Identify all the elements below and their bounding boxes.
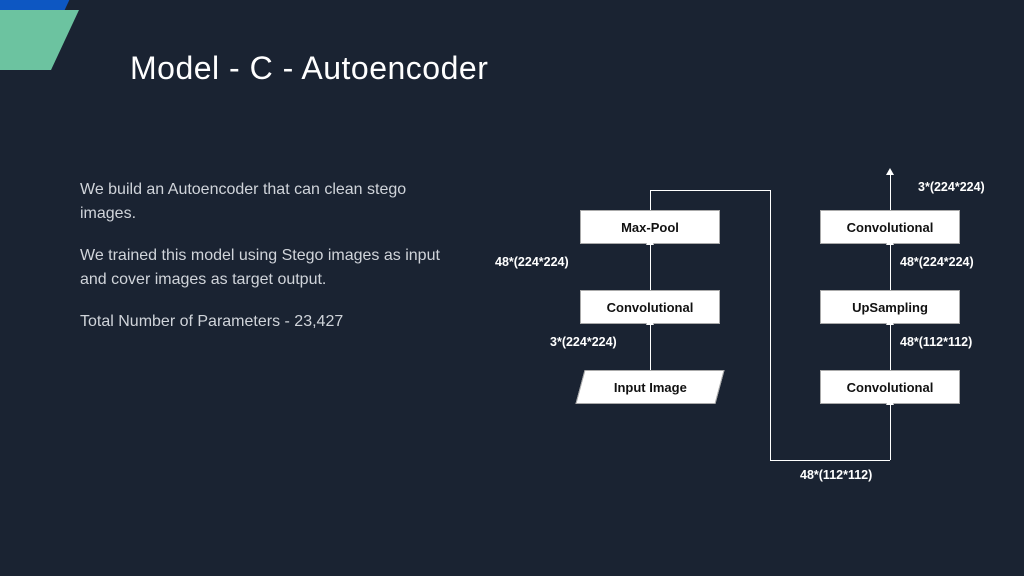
node-label: Convolutional: [847, 220, 934, 235]
dim-right-1: 48*(112*112): [900, 335, 972, 349]
paragraph-3: Total Number of Parameters - 23,427: [80, 310, 460, 334]
u-connector-seg: [650, 190, 770, 191]
arrow-conv-to-maxpool: [650, 244, 651, 290]
dim-left-1: 3*(224*224): [550, 335, 617, 349]
dim-right-top: 3*(224*224): [918, 180, 985, 194]
corner-ribbon-green: [0, 10, 79, 70]
arrow-conv-to-output: [890, 174, 891, 210]
u-connector-seg: [770, 460, 890, 461]
paragraph-2: We trained this model using Stego images…: [80, 244, 460, 292]
paragraph-1: We build an Autoencoder that can clean s…: [80, 178, 460, 226]
arrow-conv2-to-upsamp: [890, 324, 891, 370]
arrow-input-to-conv: [650, 324, 651, 370]
slide-title: Model - C - Autoencoder: [130, 50, 488, 87]
architecture-diagram: Max-Pool Convolutional Input Image 48*(2…: [500, 170, 1000, 540]
dim-right-0: 48*(224*224): [900, 255, 974, 269]
node-label: UpSampling: [852, 300, 928, 315]
node-label: Max-Pool: [621, 220, 679, 235]
arrow-u-into-conv2: [890, 404, 891, 460]
node-label: Convolutional: [847, 380, 934, 395]
node-label: Convolutional: [607, 300, 694, 315]
node-label: Input Image: [614, 380, 687, 395]
u-connector-seg: [770, 190, 771, 460]
u-connector-seg: [650, 190, 651, 210]
dim-u-label: 48*(112*112): [800, 468, 872, 482]
dim-left-0: 48*(224*224): [495, 255, 569, 269]
arrow-upsamp-to-conv: [890, 244, 891, 290]
node-input-image: Input Image: [575, 370, 724, 404]
body-text: We build an Autoencoder that can clean s…: [80, 178, 460, 352]
